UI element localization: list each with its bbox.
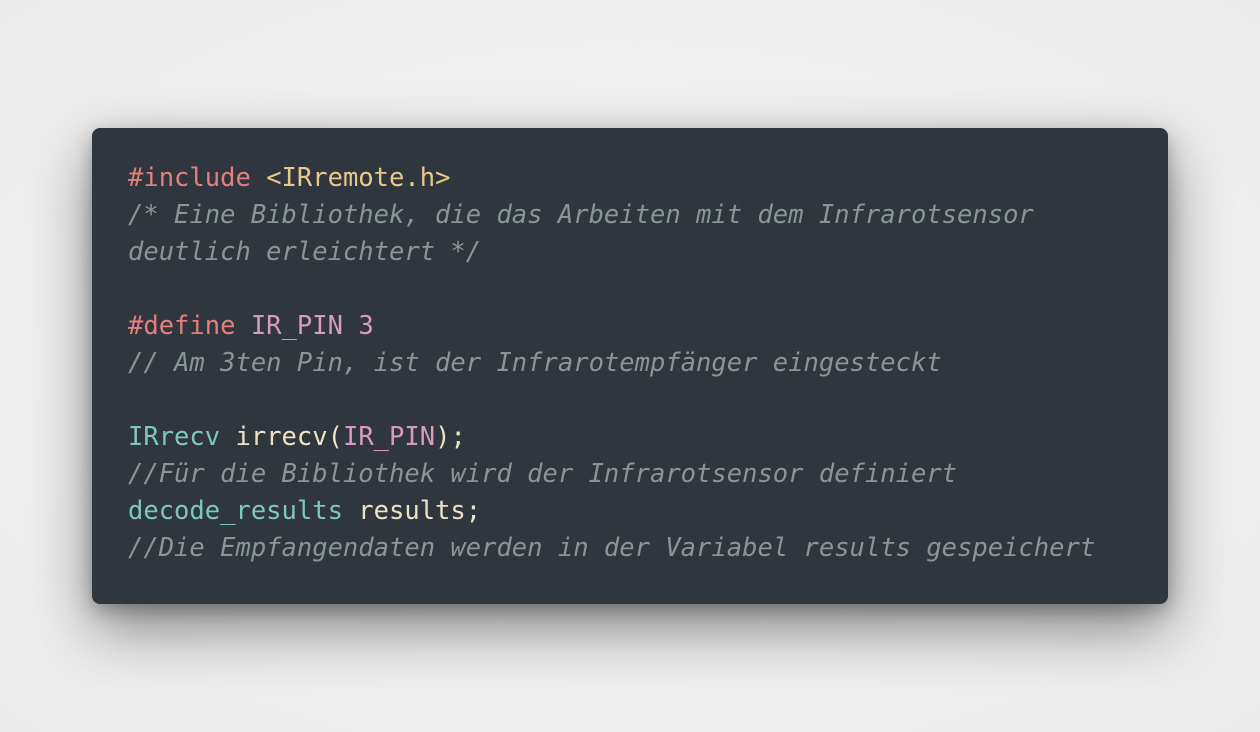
code-line-9: //Für die Bibliothek wird der Infrarotse… <box>128 456 1132 493</box>
code-line-7-blank <box>128 382 1132 419</box>
results-variable: results <box>358 496 466 526</box>
block-comment-line-2: deutlich erleichtert */ <box>128 237 482 267</box>
code-line-8: IRrecv irrecv(IR_PIN); <box>128 419 1132 456</box>
open-paren: ( <box>327 422 343 452</box>
close-paren: ); <box>435 422 466 452</box>
results-comment: //Die Empfangendaten werden in der Varia… <box>128 533 1096 563</box>
code-line-11: //Die Empfangendaten werden in der Varia… <box>128 530 1132 567</box>
include-header: <IRremote.h> <box>266 163 451 193</box>
code-line-1: #include <IRremote.h> <box>128 160 1132 197</box>
irrecv-type: IRrecv <box>128 422 221 452</box>
irrecv-comment: //Für die Bibliothek wird der Infrarotse… <box>128 459 958 489</box>
page-background: #include <IRremote.h>/* Eine Bibliothek,… <box>0 0 1260 732</box>
include-keyword: #include <box>128 163 251 193</box>
block-comment-line-1: /* Eine Bibliothek, die das Arbeiten mit… <box>128 200 1034 230</box>
code-line-10: decode_results results; <box>128 493 1132 530</box>
macro-value: 3 <box>358 311 374 341</box>
code-line-3: deutlich erleichtert */ <box>128 234 1132 271</box>
define-keyword: #define <box>128 311 236 341</box>
pin-comment: // Am 3ten Pin, ist der Infrarotempfänge… <box>128 348 942 378</box>
semicolon: ; <box>465 496 482 526</box>
macro-name: IR_PIN <box>250 311 343 341</box>
irrecv-instance: irrecv <box>235 422 328 452</box>
code-text: #include <IRremote.h>/* Eine Bibliothek,… <box>128 160 1132 567</box>
decode-results-type: decode_results <box>128 496 343 526</box>
code-line-2: /* Eine Bibliothek, die das Arbeiten mit… <box>128 197 1132 234</box>
code-line-4-blank <box>128 271 1132 308</box>
code-line-5: #define IR_PIN 3 <box>128 308 1132 345</box>
irrecv-arg: IR_PIN <box>342 422 436 452</box>
code-line-6: // Am 3ten Pin, ist der Infrarotempfänge… <box>128 345 1132 382</box>
code-block: #include <IRremote.h>/* Eine Bibliothek,… <box>92 128 1168 604</box>
